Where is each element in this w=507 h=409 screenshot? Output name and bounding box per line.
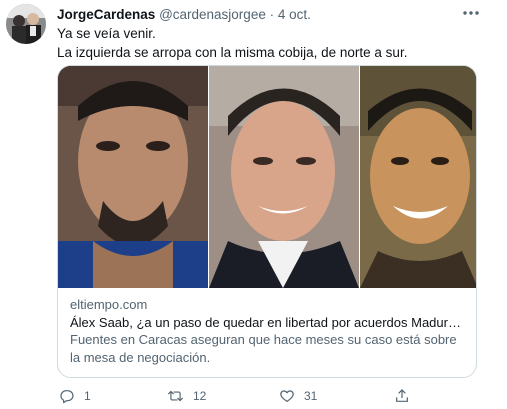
tweet-text-line: La izquierda se arropa con la misma cobi… [57,44,408,60]
author-handle[interactable]: @cardenasjorgee [159,7,266,22]
retweet-icon [167,390,184,402]
card-headline: Álex Saab, ¿a un paso de quedar en liber… [70,314,468,330]
more-icon [463,11,479,15]
avatar[interactable] [6,4,46,44]
like-count: 31 [304,389,318,403]
tweet-header: JorgeCardenas @cardenasjorgee · 4 oct. [57,6,311,24]
tweet-text-line: Ya se veía venir. [57,26,156,41]
card-meta[interactable]: eltiempo.com Álex Saab, ¿a un paso de qu… [70,296,468,366]
more-options-button[interactable] [458,2,484,24]
card-photo-center [209,66,359,288]
author-name[interactable]: JorgeCardenas [57,7,155,22]
share-button[interactable] [394,386,410,406]
tweet-text: Ya se veía venir. La izquierda se arropa… [57,25,487,62]
link-card[interactable]: eltiempo.com Álex Saab, ¿a un paso de qu… [57,65,477,378]
reply-icon [60,390,74,404]
share-icon [396,389,408,402]
like-button[interactable]: 31 [279,386,317,406]
header-separator: · [269,7,275,22]
reply-count: 1 [84,389,91,403]
tweet-date[interactable]: 4 oct. [278,7,311,22]
retweet-count: 12 [193,389,207,403]
tweet[interactable]: JorgeCardenas @cardenasjorgee · 4 oct. Y… [0,0,507,409]
card-photo-right [360,66,476,288]
card-domain: eltiempo.com [70,297,148,312]
card-description: Fuentes en Caracas aseguran que hace mes… [70,332,457,365]
card-image[interactable] [58,66,476,288]
tweet-actions: 1 12 31 [57,386,477,406]
heart-icon [280,390,294,402]
retweet-button[interactable]: 12 [167,386,206,406]
reply-button[interactable]: 1 [59,386,91,406]
card-photo-left [58,66,208,288]
